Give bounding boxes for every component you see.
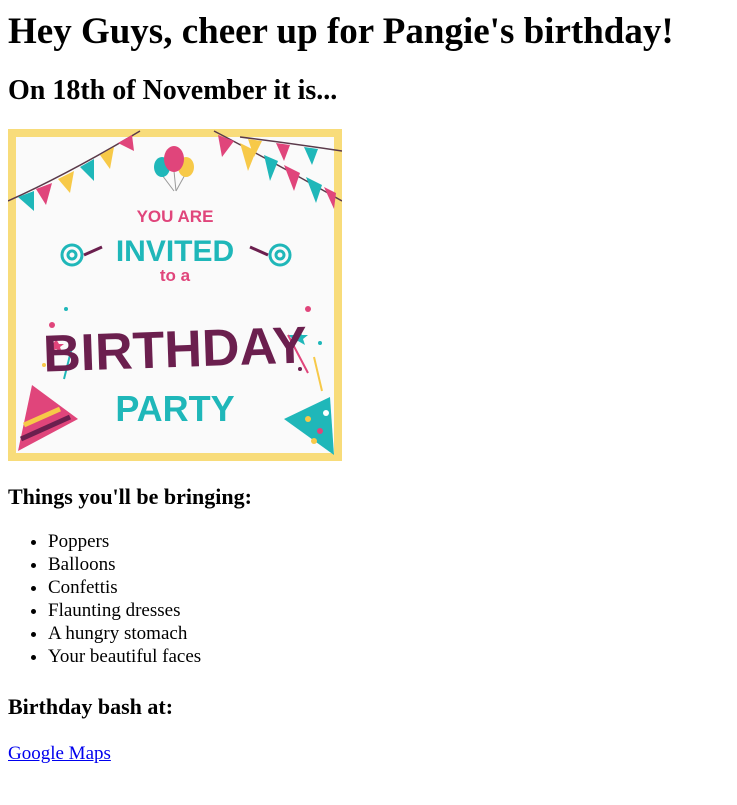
bring-list: Poppers Balloons Confettis Flaunting dre… <box>8 530 729 668</box>
list-item: Your beautiful faces <box>48 645 729 668</box>
bring-heading: Things you'll be bringing: <box>8 484 252 509</box>
invitation-line2: INVITED <box>116 235 234 268</box>
page-subtitle: On 18th of November it is... <box>8 75 338 106</box>
list-item: Flaunting dresses <box>48 599 729 622</box>
page: Hey Guys, cheer up for Pangie's birthday… <box>0 0 737 765</box>
page-title: Hey Guys, cheer up for Pangie's birthday… <box>8 11 674 52</box>
list-item: Poppers <box>48 530 729 553</box>
list-item: Balloons <box>48 553 729 576</box>
invitation-line5: PARTY <box>115 388 234 429</box>
google-maps-link[interactable]: Google Maps <box>8 742 111 765</box>
list-item: A hungry stomach <box>48 622 729 645</box>
invitation-line3: to a <box>160 266 191 285</box>
invitation-line1: YOU ARE <box>137 207 214 226</box>
list-item: Confettis <box>48 576 729 599</box>
venue-heading: Birthday bash at: <box>8 694 174 719</box>
invitation-line4: BIRTHDAY <box>42 316 308 383</box>
birthday-invitation-image: YOU ARE INVITED to a BIRTHDAY PARTY <box>8 129 342 461</box>
